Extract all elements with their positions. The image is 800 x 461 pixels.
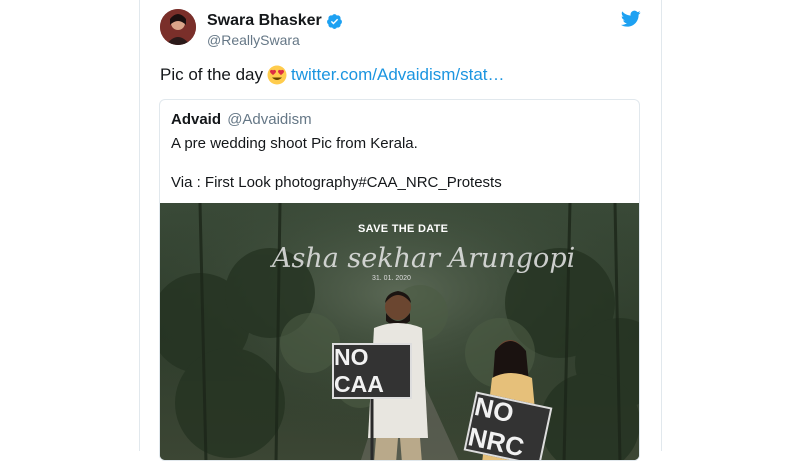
quoted-photo[interactable]: SAVE THE DATE Asha sekhar Arungopi 31. 0…	[160, 203, 639, 460]
quoted-author-name[interactable]: Advaid	[171, 111, 221, 128]
photo-scene	[160, 203, 639, 460]
tweet-link[interactable]: twitter.com/Advaidism/stat…	[291, 65, 505, 85]
save-the-date-text: SAVE THE DATE	[358, 223, 449, 235]
heart-eyes-emoji-icon	[267, 65, 287, 85]
author-handle[interactable]: @ReallySwara	[207, 32, 300, 48]
event-date-text: 31. 01. 2020	[372, 275, 411, 282]
quoted-text-line1: A pre wedding shoot Pic from Kerala.	[171, 135, 418, 152]
author-name-row[interactable]: Swara Bhasker	[207, 12, 343, 30]
quoted-author-row[interactable]: Advaid @Advaidism	[171, 111, 312, 128]
quoted-author-handle[interactable]: @Advaidism	[227, 111, 311, 128]
tweet-text: Pic of the day twitter.com/Advaidism/sta…	[160, 65, 505, 85]
quoted-text-line2: Via : First Look photography#CAA_NRC_Pro…	[171, 174, 502, 191]
no-caa-sign-text: NO CAA	[334, 344, 384, 397]
verified-badge-icon	[326, 13, 342, 29]
tweet-card: Swara Bhasker @ReallySwara Pic of the da…	[139, 0, 662, 461]
quoted-tweet[interactable]: Advaid @Advaidism A pre wedding shoot Pi…	[159, 99, 640, 461]
twitter-bird-icon[interactable]	[621, 10, 641, 28]
avatar-image	[160, 9, 196, 45]
couple-names-script: Asha sekhar Arungopi	[272, 243, 576, 274]
avatar[interactable]	[160, 9, 196, 45]
no-caa-sign: NO CAA	[332, 343, 412, 399]
author-name[interactable]: Swara Bhasker	[207, 12, 322, 30]
tweet-text-prefix: Pic of the day	[160, 65, 264, 84]
